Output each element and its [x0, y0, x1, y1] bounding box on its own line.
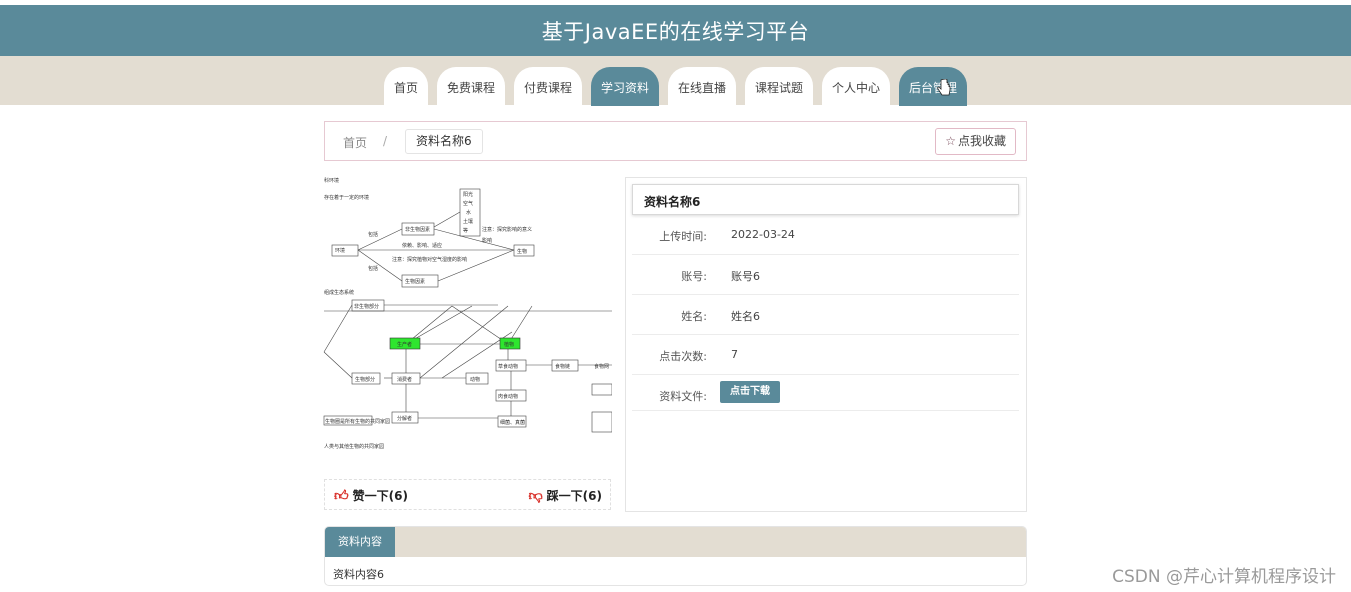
diagram-text: 组成生态系统 [324, 289, 354, 296]
diagram-text: 非生物部分 [354, 303, 379, 310]
info-label: 点击次数: [659, 350, 707, 363]
diagram-text: 食物链 [555, 363, 570, 370]
diagram-text: 动物 [470, 376, 480, 383]
content-tab-bar [325, 527, 1026, 557]
info-value: 2022-03-24 [731, 228, 795, 241]
like-button[interactable]: 👍︎ 赞一下(6) [334, 487, 408, 504]
diagram-text: 非生物因素 [405, 226, 430, 233]
diagram-text: 环境 [335, 247, 345, 254]
nav-tab-free-courses[interactable]: 免费课程 [436, 67, 505, 106]
nav-tab-materials[interactable]: 学习资料 [590, 67, 659, 106]
diagram-text: 植物 [504, 341, 514, 348]
diagram-text: 注意：探究影响的意义 [482, 226, 532, 233]
nav-tab-home[interactable]: 首页 [383, 67, 428, 106]
diagram-text: 水 [466, 209, 471, 216]
diagram-text: 人类与其他生物的共同家园 [324, 443, 384, 450]
thumbs-up-icon: 👍︎ [334, 488, 349, 504]
info-value: 账号6 [731, 270, 760, 283]
diagram-text: 包括 [368, 265, 378, 272]
like-label: 赞一下(6) [352, 489, 408, 503]
diagram-text: 依赖、影响、适应 [402, 242, 442, 249]
material-title: 资料名称6 [632, 184, 1019, 215]
breadcrumb: 首页 / 资料名称6 ☆ 点我收藏 [324, 121, 1027, 161]
diagram-text: 消费者 [397, 376, 412, 383]
breadcrumb-home[interactable]: 首页 [343, 134, 367, 151]
diagram-text: 等 [463, 227, 468, 234]
diagram-text: 肉食动物 [498, 393, 518, 400]
info-row-upload-time: 上传时间: 2022-03-24 [632, 215, 1019, 255]
nav-tab-live[interactable]: 在线直播 [668, 67, 737, 106]
diagram-text: 生产者 [397, 341, 412, 348]
site-title: 基于JavaEE的在线学习平台 [541, 19, 810, 44]
diagram-text: 科环境 [324, 177, 339, 184]
diagram-text: 土壤 [463, 218, 473, 225]
material-content-panel: 资料内容 资料内容6 [324, 526, 1027, 586]
diagram-text: 空气 [463, 200, 473, 207]
hand-cursor-icon [937, 79, 951, 96]
diagram-text: 细菌、真菌 [500, 419, 525, 426]
diagram-text: 包括 [368, 231, 378, 238]
diagram-text: 食物网 [594, 363, 609, 370]
content-body: 资料内容6 [333, 568, 384, 581]
thumbs-down-icon: 👎︎ [528, 488, 543, 504]
diagram-text: 阳光 [463, 191, 473, 198]
diagram-text: 注意：探究植物对空气湿度的影响 [392, 256, 467, 263]
info-value: 7 [731, 348, 738, 361]
diagram-text: 影响 [482, 237, 492, 244]
info-row-name: 姓名: 姓名6 [632, 295, 1019, 335]
nav-tab-paid-courses[interactable]: 付费课程 [513, 67, 582, 106]
info-value: 姓名6 [731, 310, 760, 323]
favorite-label: 点我收藏 [957, 134, 1006, 148]
diagram-text: 草食动物 [498, 363, 518, 370]
breadcrumb-current: 资料名称6 [405, 129, 483, 154]
page-header: 基于JavaEE的在线学习平台 [0, 5, 1351, 56]
tab-material-content[interactable]: 资料内容 [325, 527, 395, 557]
info-label: 资料文件: [659, 390, 707, 403]
download-button[interactable]: 点击下载 [720, 381, 780, 403]
diagram-text: 生物因素 [405, 278, 425, 285]
breadcrumb-separator: / [383, 134, 388, 148]
diagram-text: 存在着于一定的环境 [324, 194, 369, 201]
info-row-clicks: 点击次数: 7 [632, 335, 1019, 375]
nav-tab-profile[interactable]: 个人中心 [822, 67, 891, 106]
favorite-button[interactable]: ☆ 点我收藏 [935, 128, 1016, 155]
diagram-text: 生物部分 [355, 376, 375, 383]
info-row-file: 资料文件: 点击下载 [632, 375, 1019, 411]
dislike-button[interactable]: 👎︎ 踩一下(6) [528, 487, 602, 504]
info-label: 账号: [681, 270, 707, 283]
diagram-text: 生物 [517, 248, 527, 255]
star-icon: ☆ [945, 134, 956, 148]
info-row-account: 账号: 账号6 [632, 255, 1019, 295]
vote-bar: 👍︎ 赞一下(6) 👎︎ 踩一下(6) [324, 479, 611, 510]
material-image: 科环境 存在着于一定的环境 阳光 空气 水 土壤 等 非生物因素 包括 包括 注… [322, 172, 612, 472]
watermark: CSDN @芹心计算机程序设计 [1112, 567, 1336, 587]
info-label: 姓名: [681, 310, 707, 323]
material-info-panel: 资料名称6 上传时间: 2022-03-24 账号: 账号6 姓名: 姓名6 点… [625, 177, 1027, 512]
dislike-label: 踩一下(6) [546, 489, 602, 503]
diagram-text: 生物圈是所有生物的共同家园 [325, 418, 390, 425]
info-label: 上传时间: [659, 230, 707, 243]
nav-tab-admin[interactable]: 后台管理 [899, 67, 968, 106]
nav-tab-exams[interactable]: 课程试题 [745, 67, 814, 106]
main-nav: 首页 免费课程 付费课程 学习资料 在线直播 课程试题 个人中心 后台管理 [0, 67, 1351, 106]
diagram-text: 分解者 [397, 415, 412, 422]
